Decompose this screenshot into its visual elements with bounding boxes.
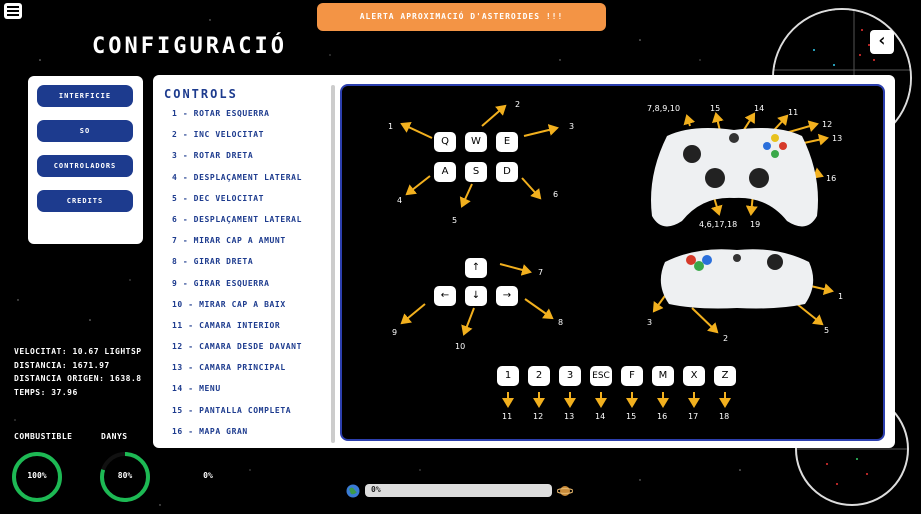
control-item: 5 - DEC VELOCITAT <box>172 193 265 203</box>
origin-distance-readout: DISTANCIA ORIGEN: 1638.8 <box>14 374 142 383</box>
label-num: 1 <box>838 292 844 301</box>
control-item: 2 - INC VELOCITAT <box>172 130 265 140</box>
control-item: 6 - DESPLAÇAMENT LATERAL <box>172 214 302 224</box>
damage-label: DANYS <box>101 432 128 441</box>
label-num: 3 <box>569 122 575 131</box>
key-arrow-left: ← <box>434 286 456 306</box>
gamepad-front-icon <box>651 128 818 227</box>
controls-list: 1 - ROTAR ESQUERRA 2 - INC VELOCITAT 3 - R… <box>172 109 302 448</box>
label-num: 14 <box>595 412 606 421</box>
gamepad-top-icon <box>660 249 814 309</box>
control-item: 10 - MIRAR CAP A BAIX <box>172 299 286 309</box>
progress-bar: 0% <box>365 484 552 497</box>
control-item: 7 - MIRAR CAP A AMUNT <box>172 236 286 246</box>
planet-icon <box>557 486 573 496</box>
key-a: A <box>434 162 456 182</box>
controls-title: CONTROLS <box>164 87 238 101</box>
label-num: 3 <box>647 318 653 327</box>
back-button[interactable]: ‹ <box>870 30 894 54</box>
settings-side-menu: INTERFICIE SO CONTROLADORS CREDITS <box>28 76 143 244</box>
key-arrow-down: ↓ <box>465 286 487 306</box>
controls-panel: CONTROLS 1 - ROTAR ESQUERRA 2 - INC VELOC… <box>153 75 895 448</box>
menu-so-button[interactable]: SO <box>37 120 133 142</box>
flight-stats: VELOCITAT: 10.67 LIGHTSP DISTANCIA: 1671… <box>14 345 142 399</box>
label-num: 19 <box>750 220 761 229</box>
key-1: 1 <box>497 366 519 386</box>
key-f: F <box>621 366 643 386</box>
key-w: W <box>465 132 487 152</box>
menu-interficie-button[interactable]: INTERFICIE <box>37 85 133 107</box>
key-arrow-up: ↑ <box>465 258 487 278</box>
menu-credits-button[interactable]: CREDITS <box>37 190 133 212</box>
label-num: 4,6,17,18 <box>699 220 738 229</box>
control-item: 3 - ROTAR DRETA <box>172 151 254 161</box>
label-num: 15 <box>626 412 637 421</box>
hamburger-menu-icon[interactable] <box>4 3 22 19</box>
control-item: 16 - MAPA GRAN <box>172 426 248 436</box>
label-num: 16 <box>826 174 837 183</box>
control-item: 9 - GIRAR ESQUERRA <box>172 278 270 288</box>
key-q: Q <box>434 132 456 152</box>
key-m: M <box>652 366 674 386</box>
control-item: 12 - CAMARA DESDE DAVANT <box>172 342 302 352</box>
menu-controladors-button[interactable]: CONTROLADORS <box>37 155 133 177</box>
control-item: 13 - CAMARA PRINCIPAL <box>172 363 286 373</box>
label-num: 6 <box>553 190 559 199</box>
label-num: 12 <box>822 120 833 129</box>
label-num: 17 <box>688 412 699 421</box>
label-num: 10 <box>455 342 466 351</box>
label-num: 11 <box>788 108 799 117</box>
earth-icon <box>346 484 360 498</box>
label-num: 11 <box>502 412 513 421</box>
key-x: X <box>683 366 705 386</box>
control-item: 11 - CAMARA INTERIOR <box>172 320 281 330</box>
label-num: 15 <box>710 104 721 113</box>
label-num: 2 <box>723 334 729 343</box>
label-num: 13 <box>564 412 575 421</box>
label-num: 13 <box>832 134 843 143</box>
asteroid-alert-banner: ALERTA APROXIMACIÓ D'ASTEROIDES !!! <box>317 3 606 31</box>
page-title: CONFIGURACIÓ <box>92 34 287 59</box>
fuel-value: 100% <box>27 471 47 480</box>
label-num: 5 <box>824 326 830 335</box>
key-e: E <box>496 132 518 152</box>
key-d: D <box>496 162 518 182</box>
fuel-label: COMBUSTIBLE <box>14 432 73 441</box>
key-arrow-right: → <box>496 286 518 306</box>
key-esc: ESC <box>590 366 612 386</box>
label-num: 7 <box>538 268 544 277</box>
damage-value: 80% <box>117 471 133 480</box>
key-3: 3 <box>559 366 581 386</box>
label-num: 16 <box>657 412 668 421</box>
chevron-left-icon: ‹ <box>876 30 888 51</box>
control-item: 4 - DESPLAÇAMENT LATERAL <box>172 172 302 182</box>
label-num: 12 <box>533 412 544 421</box>
key-z: Z <box>714 366 736 386</box>
journey-progress: 0% <box>345 483 575 499</box>
time-readout: TEMPS: 37.96 <box>14 387 78 397</box>
label-num: 14 <box>754 104 765 113</box>
key-s: S <box>465 162 487 182</box>
label-num: 9 <box>392 328 398 337</box>
controls-scrollbar[interactable] <box>331 85 335 443</box>
label-num: 4 <box>397 196 403 205</box>
progress-text: 0% <box>371 485 381 494</box>
label-num: 2 <box>515 100 521 109</box>
control-item: 14 - MENU <box>172 384 221 394</box>
distance-readout: DISTANCIA: 1671.97 <box>14 360 110 370</box>
control-item: 8 - GIRAR DRETA <box>172 257 254 267</box>
label-num: 5 <box>452 216 458 225</box>
control-item: 15 - PANTALLA COMPLETA <box>172 405 292 415</box>
label-num: 1 <box>388 122 394 131</box>
key-2: 2 <box>528 366 550 386</box>
label-num: 18 <box>719 412 730 421</box>
third-gauge-value: 0% <box>203 471 213 480</box>
control-item: 1 - ROTAR ESQUERRA <box>172 109 270 118</box>
label-num: 8 <box>558 318 564 327</box>
velocity-readout: VELOCITAT: 10.67 LIGHTSP <box>14 347 142 356</box>
controls-diagram: Q W E A S D 1 2 3 4 5 6 ↑ ← ↓ → 7 8 9 10 <box>340 84 885 441</box>
label-num: 7,8,9,10 <box>647 104 681 113</box>
